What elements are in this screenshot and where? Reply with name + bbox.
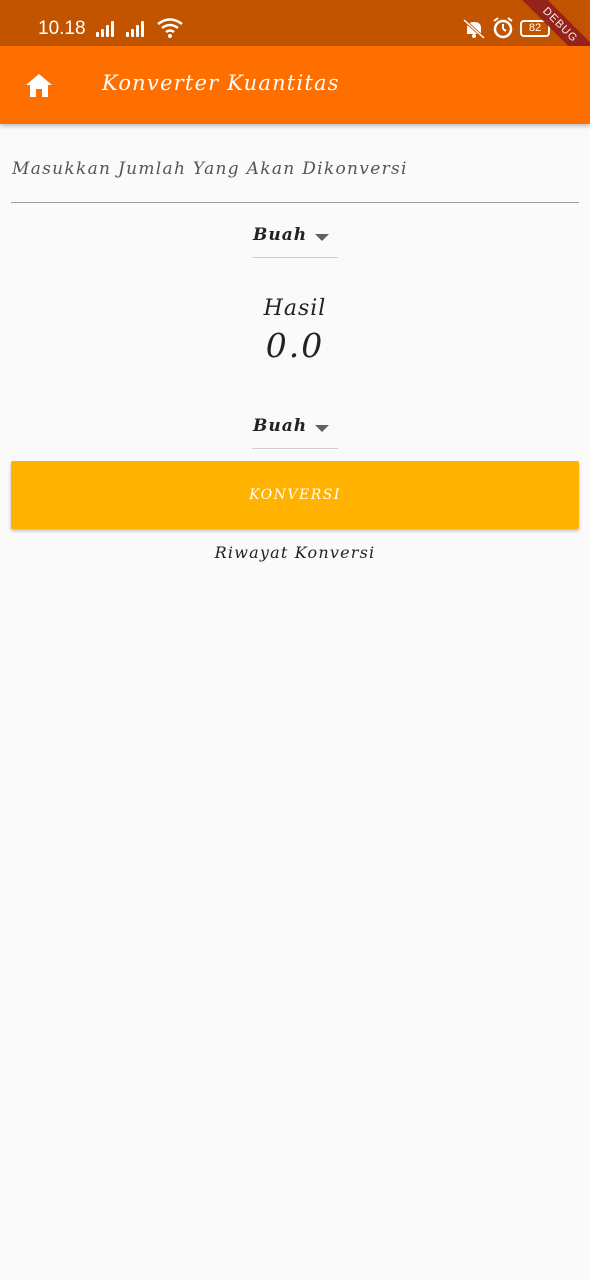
quantity-input-placeholder: Masukkan Jumlah Yang Akan Dikonversi	[12, 159, 408, 179]
wifi-icon	[157, 18, 183, 38]
mute-bell-icon	[462, 18, 486, 40]
to-unit-value: Buah	[253, 416, 308, 436]
page-title: Konverter Kuantitas	[102, 71, 340, 95]
quantity-input[interactable]: Masukkan Jumlah Yang Akan Dikonversi	[11, 145, 579, 203]
app-bar: Konverter Kuantitas	[0, 46, 590, 124]
chevron-down-icon	[315, 425, 329, 432]
result-label: Hasil	[263, 296, 327, 321]
from-unit-dropdown[interactable]: Buah	[252, 218, 338, 258]
alarm-icon	[493, 17, 513, 39]
chevron-down-icon	[315, 234, 329, 241]
home-icon[interactable]	[25, 72, 53, 98]
status-time: 10.18	[38, 18, 86, 39]
conversion-history-link[interactable]: Riwayat Konversi	[0, 543, 590, 562]
result-value: 0.0	[265, 326, 325, 365]
from-unit-value: Buah	[253, 225, 308, 245]
status-bar: 10.18 82	[0, 0, 590, 46]
to-unit-dropdown[interactable]: Buah	[252, 409, 338, 449]
convert-button[interactable]: KONVERSI	[11, 461, 579, 529]
